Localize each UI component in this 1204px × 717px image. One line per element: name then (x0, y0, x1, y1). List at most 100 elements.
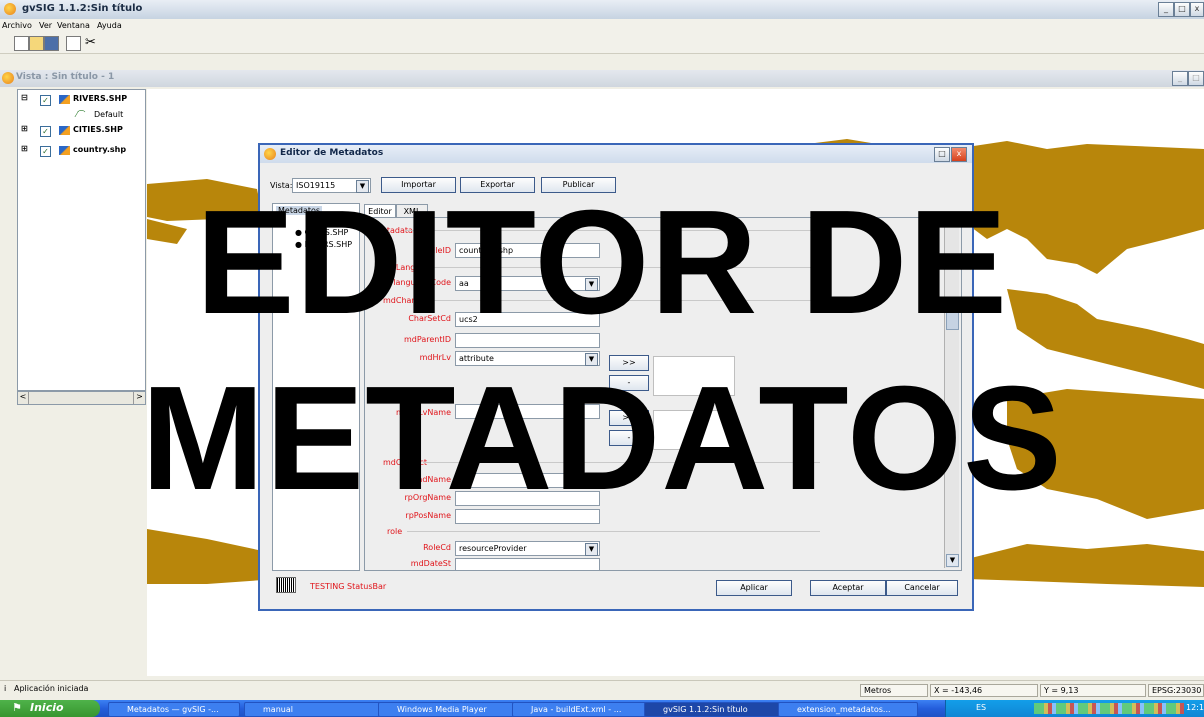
layer-checkbox[interactable]: ✓ (40, 126, 51, 137)
mdhrlvname-list[interactable] (653, 410, 735, 450)
save-icon[interactable] (44, 36, 59, 51)
toolbar: ✂ (0, 33, 1204, 54)
dialog-maximize-button[interactable]: □ (934, 147, 950, 162)
cancelar-button[interactable]: Cancelar (886, 580, 958, 596)
clock: 12:1 (1186, 703, 1204, 712)
chevron-down-icon[interactable]: ▼ (585, 278, 598, 291)
title-bar: gvSIG 1.1.2:Sin título _ □ x (0, 0, 1204, 20)
layer-cities[interactable]: ⊞ ✓ CITIES.SHP (18, 124, 143, 138)
tree-item-rivers[interactable]: ● RIVERS.SHP (295, 240, 352, 249)
maximize-button[interactable]: □ (1174, 2, 1190, 17)
scroll-down-icon[interactable]: ▼ (946, 554, 959, 567)
tree-item-label: CITIES.SHP (304, 228, 349, 237)
importar-button[interactable]: Importar (381, 177, 456, 193)
remove-mdhrlv-button[interactable]: - (609, 375, 649, 391)
new-icon[interactable] (14, 36, 29, 51)
layer-toc: ⊟ ✓ RIVERS.SHP ⁄⌒ Default ⊞ ✓ CITIES.SHP… (17, 89, 146, 391)
aceptar-button[interactable]: Aceptar (810, 580, 886, 596)
editor-panel: Metadata mdFileID countries.shp mdLang l… (364, 217, 962, 571)
toc-scrollbar[interactable]: < > (17, 391, 146, 405)
dialog-title-bar: Editor de Metadatos □ x (260, 145, 972, 163)
aplicar-button[interactable]: Aplicar (716, 580, 792, 596)
layer-checkbox[interactable]: ✓ (40, 95, 51, 106)
task-media-player[interactable]: Windows Media Player (378, 702, 518, 717)
mdparentid-label: mdParentID (404, 335, 451, 344)
exportar-button[interactable]: Exportar (460, 177, 535, 193)
mdhrlv-value: attribute (459, 354, 494, 363)
layer-name: RIVERS.SHP (73, 94, 128, 103)
mddatest-label: mdDateSt (410, 559, 451, 568)
info-icon: i (4, 684, 7, 693)
vista-value: ISO19115 (296, 181, 336, 190)
mdparentid-field[interactable] (455, 333, 600, 348)
task-extension[interactable]: extension_metadatos... (778, 702, 918, 717)
tree-item-cities[interactable]: ● CITIES.SHP (295, 228, 348, 237)
minimize-button[interactable]: _ (1158, 2, 1174, 17)
chevron-down-icon[interactable]: ▼ (585, 353, 598, 366)
mdhrlv-select[interactable]: attribute ▼ (455, 351, 600, 366)
rolecd-value: resourceProvider (459, 544, 527, 553)
menu-ventana[interactable]: Ventana (57, 21, 90, 30)
mdhrlvname-label: mdHrLvName (396, 408, 451, 417)
menu-archivo[interactable]: Archivo (2, 21, 32, 30)
line-symbol-icon: ⁄⌒ (76, 110, 86, 119)
separator (415, 267, 820, 268)
charsetcd-field[interactable]: ucs2 (455, 312, 600, 327)
task-java[interactable]: Java - buildExt.xml - ... (512, 702, 652, 717)
menu-ver[interactable]: Ver (39, 21, 52, 30)
chevron-down-icon[interactable]: ▼ (356, 180, 369, 193)
separator (415, 300, 820, 301)
scroll-right-icon[interactable]: > (133, 392, 145, 404)
legend-default: Default (94, 110, 124, 119)
role-label: role (387, 527, 403, 536)
editor-scrollbar[interactable]: ▼ (944, 218, 959, 568)
chevron-down-icon[interactable]: ▼ (585, 543, 598, 556)
mdcontact-label: mdContact (383, 458, 427, 467)
task-metadatos[interactable]: Metadatos — gvSIG -... (108, 702, 240, 717)
rpposname-field[interactable] (455, 509, 600, 524)
task-gvsig[interactable]: gvSIG 1.1.2:Sin título (644, 702, 784, 717)
publicar-button[interactable]: Publicar (541, 177, 616, 193)
collapse-icon[interactable]: ⊟ (21, 93, 28, 102)
menu-ayuda[interactable]: Ayuda (97, 21, 122, 30)
tab-editor[interactable]: Editor (364, 204, 396, 218)
rpindname-field[interactable] (455, 473, 600, 488)
add-mdhrlv-button[interactable]: >> (609, 355, 649, 371)
expand-icon[interactable]: ⊞ (21, 124, 28, 133)
add-mdhrlvname-button[interactable]: >> (609, 410, 649, 426)
language-indicator[interactable]: ES (976, 703, 986, 712)
vista-select[interactable]: ISO19115 ▼ (292, 178, 371, 193)
view-minimize-button[interactable]: _ (1172, 71, 1188, 86)
tab-xml[interactable]: XML (396, 204, 428, 218)
layer-rivers[interactable]: ⊟ ✓ RIVERS.SHP (18, 93, 143, 107)
mdfileid-field[interactable]: countries.shp (455, 243, 600, 258)
view-title-bar: Vista : Sin título - 1 _ □ (0, 70, 1204, 87)
rolecd-label: RoleCd (423, 543, 451, 552)
start-button[interactable]: ⚑ Inicio (0, 700, 100, 717)
layer-country[interactable]: ⊞ ✓ country.shp (18, 144, 143, 158)
open-folder-icon[interactable] (29, 36, 44, 51)
scroll-thumb[interactable] (946, 298, 959, 330)
tools-icon[interactable]: ✂ (85, 35, 96, 50)
mddatest-field[interactable] (455, 558, 600, 570)
rolecd-select[interactable]: resourceProvider ▼ (455, 541, 600, 556)
remove-mdhrlvname-button[interactable]: - (609, 430, 649, 446)
mdhrlv-label: mdHrLv (419, 353, 451, 362)
windows-logo-icon: ⚑ (12, 701, 22, 714)
dialog-close-button[interactable]: x (951, 147, 967, 162)
close-button[interactable]: x (1190, 2, 1204, 17)
view-maximize-button[interactable]: □ (1188, 71, 1204, 86)
languagecode-select[interactable]: aa ▼ (455, 276, 600, 291)
barcode-icon (276, 577, 296, 593)
metadata-tree[interactable]: Metadatos ● CITIES.SHP ● RIVERS.SHP (272, 203, 360, 571)
mdhrlv-list[interactable] (653, 356, 735, 396)
mdhrlvname-field[interactable] (455, 404, 600, 419)
rporgname-field[interactable] (455, 491, 600, 506)
tray-icons[interactable] (1034, 703, 1184, 714)
scroll-left-icon[interactable]: < (18, 392, 29, 404)
properties-icon[interactable] (66, 36, 81, 51)
tree-root[interactable]: Metadatos (276, 206, 323, 215)
task-manual[interactable]: manual (244, 702, 384, 717)
layer-checkbox[interactable]: ✓ (40, 146, 51, 157)
expand-icon[interactable]: ⊞ (21, 144, 28, 153)
